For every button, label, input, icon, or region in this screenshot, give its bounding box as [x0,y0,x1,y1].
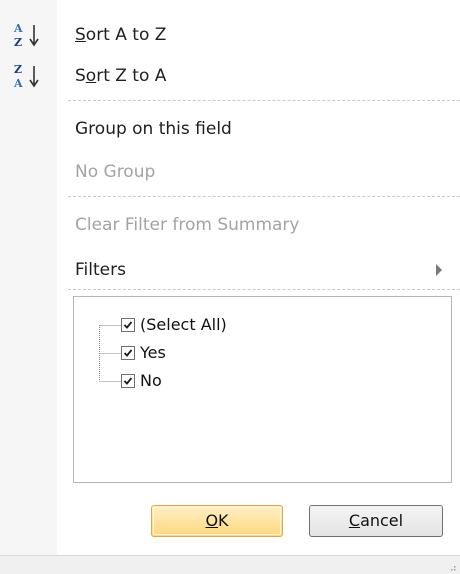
cancel-button[interactable]: Cancel [309,505,443,537]
menu-separator [68,100,460,101]
svg-text:Z: Z [14,36,22,49]
sort-za-label: rt Z to A [96,66,167,86]
submenu-arrow-icon [436,264,442,276]
resize-bar [0,555,460,574]
filter-option-label: Yes [140,343,166,362]
checkbox[interactable] [121,374,135,388]
menu-separator [68,289,460,290]
checkmark-icon [123,349,133,357]
context-menu: A Z Sort A to Z Z A Sort Z to A Group on… [0,0,460,574]
ok-label: K [218,511,229,530]
sort-za-prefix: S [75,66,86,86]
sort-ascending-icon: A Z [12,20,52,50]
checkbox[interactable] [121,346,135,360]
sort-z-to-a-item[interactable]: Sort Z to A [75,61,166,91]
resize-grip-icon[interactable] [448,563,456,571]
filter-checklist[interactable]: (Select All) Yes No [73,296,452,483]
group-on-field-item[interactable]: Group on this field [75,114,232,144]
clear-filter-item: Clear Filter from Summary [75,215,300,235]
checkbox[interactable] [121,318,135,332]
cancel-accelerator: C [348,511,361,530]
checkmark-icon [123,321,133,329]
cancel-label: ancel [360,511,404,530]
sort-az-label: ort A to Z [85,25,167,45]
menu-separator [68,196,460,197]
gutter-divider [57,0,58,573]
sort-az-accelerator: S [75,25,86,45]
checkmark-icon [123,377,133,385]
sort-a-to-z-item[interactable]: Sort A to Z [75,20,166,50]
ok-accelerator: O [205,511,219,530]
sort-za-accelerator: o [85,66,97,86]
filters-item[interactable]: Filters [75,255,126,285]
sort-descending-icon: Z A [12,61,52,91]
no-group-item: No Group [75,162,156,182]
ok-button[interactable]: OK [151,505,283,537]
filter-tree: (Select All) Yes No [96,313,296,413]
svg-text:A: A [13,77,23,90]
filter-option-label: No [140,371,162,390]
filter-option-label: (Select All) [140,315,227,334]
svg-text:A: A [13,22,23,35]
svg-text:Z: Z [14,63,22,76]
